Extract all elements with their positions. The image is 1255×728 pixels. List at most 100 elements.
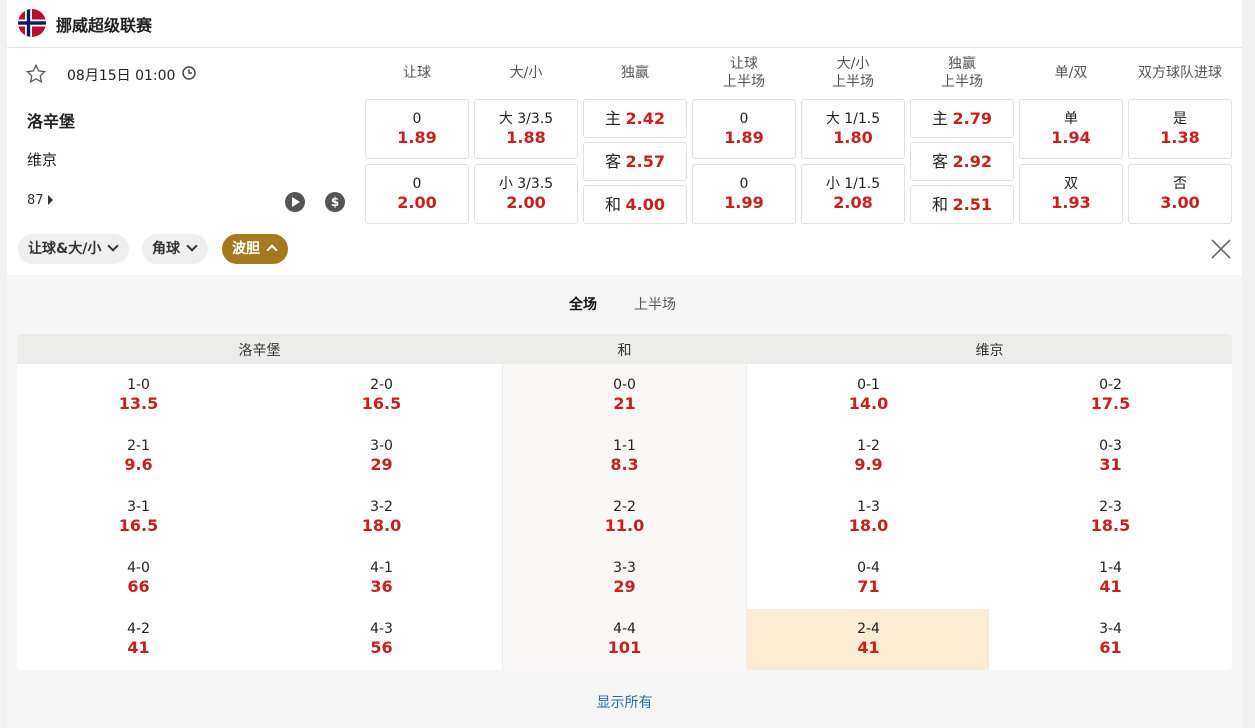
score-label: 0-3: [1099, 438, 1122, 454]
odd-ml-ht-home[interactable]: 主 2.79: [910, 99, 1014, 138]
correct-score-cell[interactable]: 4-0 66: [17, 547, 260, 608]
odd-handicap-ht-away[interactable]: 0 1.99: [692, 164, 796, 224]
odd-over[interactable]: 大 3/3.5 1.88: [474, 99, 578, 159]
score-label: 4-3: [370, 621, 393, 637]
odd-ml-away[interactable]: 客 2.57: [583, 142, 687, 181]
correct-score-cell[interactable]: 0-4 71: [747, 547, 990, 608]
odd-label: 大 1/1.5: [825, 111, 881, 127]
correct-score-cell[interactable]: 4-1 36: [260, 547, 503, 608]
odd-btts-yes[interactable]: 是 1.38: [1128, 99, 1232, 159]
score-odds: 18.0: [361, 516, 402, 535]
correct-score-cell[interactable]: 3-2 18.0: [260, 486, 503, 547]
odd-value: 2.92: [952, 152, 992, 171]
score-odds: 8.3: [610, 455, 639, 474]
col-header-handicap: 让球: [403, 65, 431, 81]
odd-label: 和: [605, 195, 622, 214]
score-odds: 56: [370, 638, 393, 657]
score-label: 2-3: [1099, 499, 1122, 515]
correct-score-cell[interactable]: 3-3 29: [503, 547, 746, 608]
tag-label: 让球&大/小: [28, 241, 102, 257]
odd-ml-ht-draw[interactable]: 和 2.51: [910, 185, 1014, 224]
correct-score-cell[interactable]: 1-2 9.9: [747, 425, 990, 486]
correct-score-cell[interactable]: 0-0 21: [503, 364, 746, 425]
odd-value: 2.42: [625, 109, 665, 128]
correct-score-cell[interactable]: 2-3 18.5: [989, 486, 1232, 547]
score-label: 1-4: [1099, 560, 1122, 576]
odd-handicap-ht-home[interactable]: 0 1.89: [692, 99, 796, 159]
correct-score-cell[interactable]: 3-1 16.5: [17, 486, 260, 547]
odd-ml-draw[interactable]: 和 4.00: [583, 185, 687, 224]
odd-handicap-home[interactable]: 0 1.89: [365, 99, 469, 159]
correct-score-cell[interactable]: 1-4 41: [989, 547, 1232, 608]
correct-score-cell[interactable]: 4-3 56: [260, 608, 503, 669]
score-odds: 66: [127, 577, 150, 596]
correct-score-cell[interactable]: 2-4 41: [747, 608, 990, 669]
odd-odd[interactable]: 单 1.94: [1019, 99, 1123, 159]
correct-score-cell[interactable]: 4-4 101: [503, 608, 746, 669]
correct-score-cell[interactable]: 2-1 9.6: [17, 425, 260, 486]
odd-label: 0: [412, 176, 422, 192]
tag-corners[interactable]: 角球: [142, 234, 208, 264]
play-icon[interactable]: [285, 192, 305, 212]
score-label: 1-2: [857, 438, 880, 454]
odd-under-ht[interactable]: 小 1/1.5 2.08: [801, 164, 905, 224]
score-label: 4-0: [127, 560, 150, 576]
odd-label: 客: [932, 152, 949, 171]
cashout-dollar-icon[interactable]: $: [325, 192, 345, 212]
correct-score-cell[interactable]: 0-1 14.0: [747, 364, 990, 425]
score-label: 4-2: [127, 621, 150, 637]
score-odds: 41: [857, 638, 880, 657]
score-odds: 18.5: [1090, 516, 1131, 535]
col-header-handicap-ht: 让球 上半场: [723, 56, 765, 90]
correct-score-cell[interactable]: 0-2 17.5: [989, 364, 1232, 425]
odd-btts-no[interactable]: 否 3.00: [1128, 164, 1232, 224]
score-label: 0-0: [613, 377, 636, 393]
correct-score-cell[interactable]: 2-2 11.0: [503, 486, 746, 547]
correct-score-cell[interactable]: 1-0 13.5: [17, 364, 260, 425]
odd-ml-home[interactable]: 主 2.42: [583, 99, 687, 138]
odd-label: 单: [1064, 111, 1078, 127]
odd-under[interactable]: 小 3/3.5 2.00: [474, 164, 578, 224]
col-header-moneyline: 独赢: [621, 65, 649, 81]
more-markets-link[interactable]: 87: [27, 193, 53, 208]
score-odds: 41: [127, 638, 150, 657]
correct-score-cell[interactable]: 2-0 16.5: [260, 364, 503, 425]
score-label: 1-1: [613, 438, 636, 454]
odd-label: 0: [412, 111, 422, 127]
score-odds: 9.6: [124, 455, 153, 474]
score-odds: 16.5: [118, 516, 159, 535]
odd-value: 1.89: [724, 128, 764, 147]
tab-first-half[interactable]: 上半场: [634, 294, 676, 314]
tag-handicap-ou[interactable]: 让球&大/小: [18, 234, 130, 264]
odd-over-ht[interactable]: 大 1/1.5 1.80: [801, 99, 905, 159]
cs-header-away: 维京: [747, 334, 1232, 364]
score-label: 4-1: [370, 560, 393, 576]
odd-ml-ht-away[interactable]: 客 2.92: [910, 142, 1014, 181]
odd-label: 否: [1173, 176, 1187, 192]
odd-label: 小 1/1.5: [825, 176, 881, 192]
tag-label: 角球: [152, 241, 180, 257]
score-label: 2-0: [370, 377, 393, 393]
odd-value: 1.89: [397, 128, 437, 147]
score-label: 3-0: [370, 438, 393, 454]
correct-score-cell[interactable]: 3-0 29: [260, 425, 503, 486]
correct-score-cell[interactable]: 1-3 18.0: [747, 486, 990, 547]
odd-value: 1.93: [1051, 193, 1091, 212]
tag-correct-score[interactable]: 波胆: [222, 234, 288, 264]
kickoff-time: 08月15日 01:00: [67, 68, 176, 84]
correct-score-cell[interactable]: 0-3 31: [989, 425, 1232, 486]
show-all-link[interactable]: 显示所有: [7, 692, 1242, 712]
score-odds: 61: [1099, 638, 1122, 657]
correct-score-cell[interactable]: 1-1 8.3: [503, 425, 746, 486]
score-label: 2-4: [857, 621, 880, 637]
odd-even[interactable]: 双 1.93: [1019, 164, 1123, 224]
tab-full-time[interactable]: 全场: [569, 294, 597, 314]
correct-score-cell[interactable]: 3-4 61: [989, 608, 1232, 669]
score-odds: 9.9: [854, 455, 883, 474]
favorite-star-icon[interactable]: [25, 63, 47, 85]
close-icon[interactable]: [1210, 238, 1232, 260]
odd-handicap-away[interactable]: 0 2.00: [365, 164, 469, 224]
score-label: 1-0: [127, 377, 150, 393]
odd-value: 2.79: [952, 109, 992, 128]
correct-score-cell[interactable]: 4-2 41: [17, 608, 260, 669]
